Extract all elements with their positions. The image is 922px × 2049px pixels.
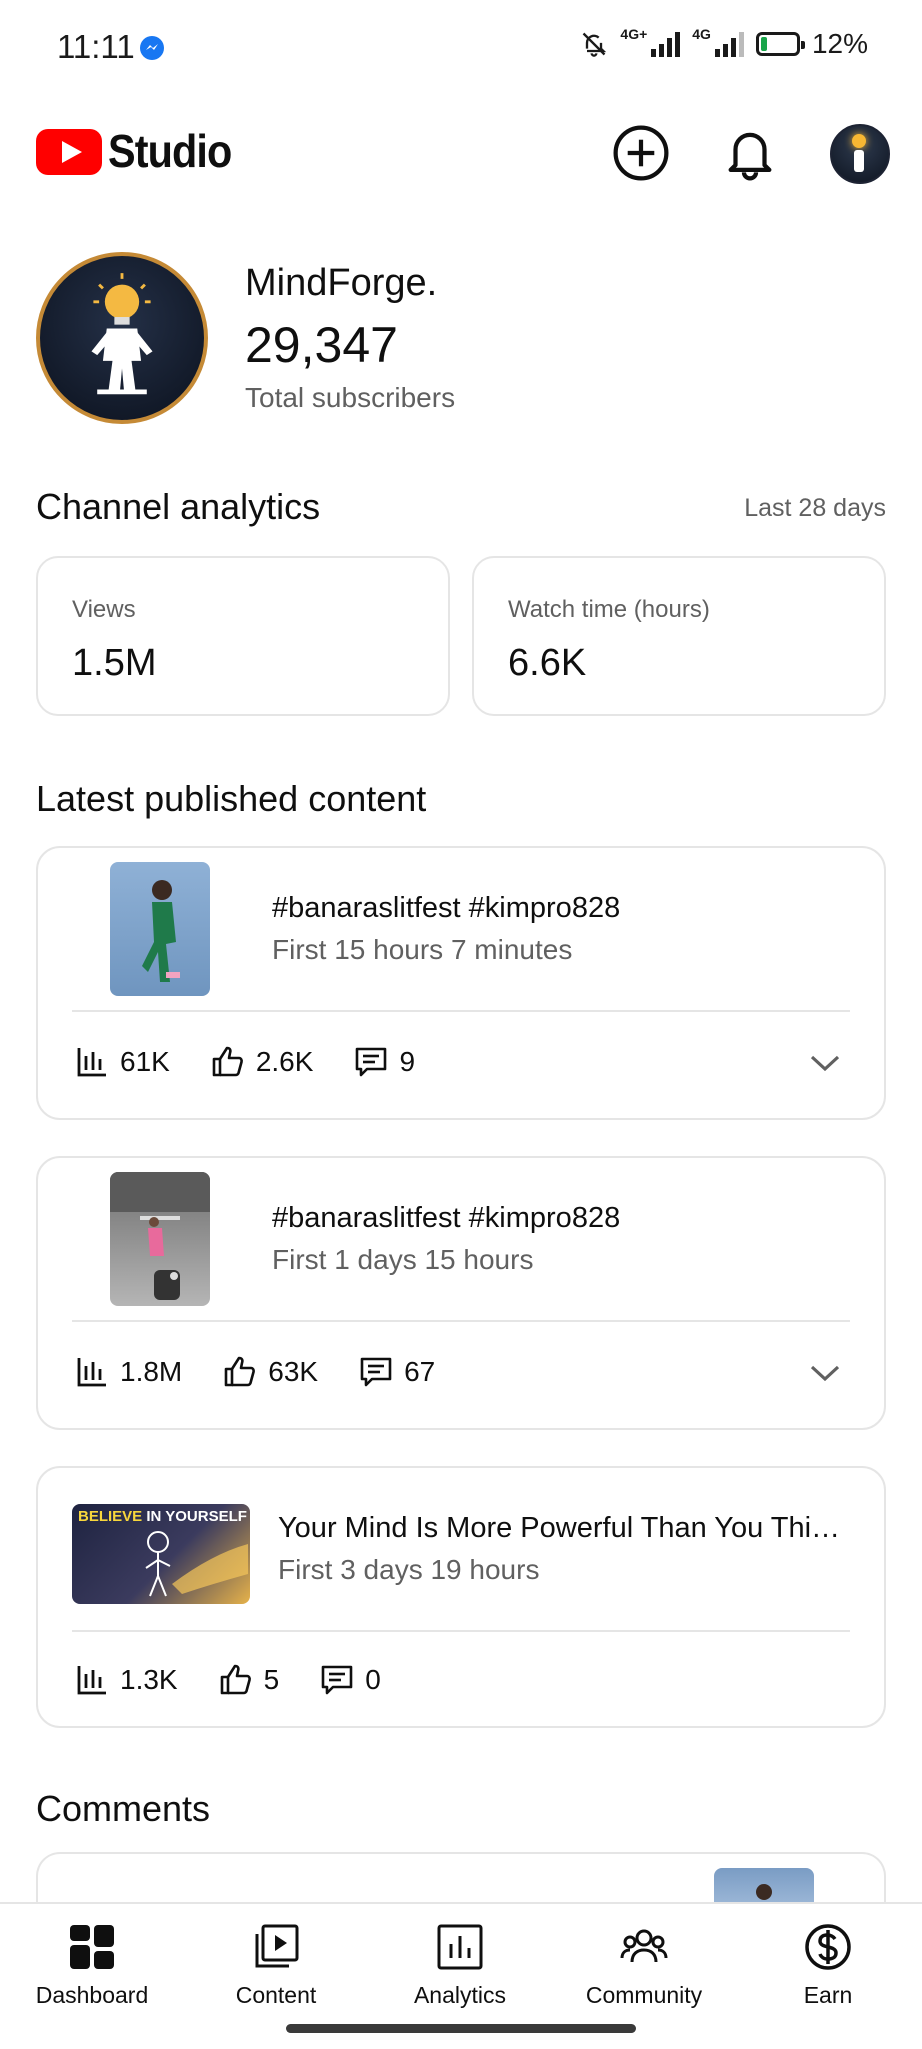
signal-icon-2: [714, 31, 744, 57]
metric-label: Watch time (hours): [508, 596, 710, 623]
channel-avatar: [36, 252, 208, 424]
comments-count: 0: [365, 1664, 381, 1695]
nav-item-content[interactable]: Content: [184, 1922, 368, 2009]
video-period: First 3 days 19 hours: [278, 1554, 540, 1585]
nav-item-earn[interactable]: Earn: [736, 1922, 920, 2009]
chevron-down-icon[interactable]: [806, 1044, 844, 1082]
bell-off-icon: [583, 32, 607, 57]
video-title: #banaraslitfest #kimpro828: [272, 892, 621, 924]
content-card[interactable]: #banaraslitfest #kimpro828 First 15 hour…: [36, 846, 886, 1120]
nav-label: Dashboard: [35, 1982, 149, 2008]
comment-icon: [360, 1357, 392, 1387]
likes-count: 63K: [268, 1356, 319, 1387]
app-title: Studio: [108, 125, 232, 177]
nav-label: Content: [235, 1982, 317, 2008]
content-card[interactable]: BELIEVE IN YOURSELF Your Mind Is More Po…: [36, 1466, 886, 1728]
subscriber-label: Total subscribers: [245, 382, 456, 413]
video-period: First 1 days 15 hours: [272, 1244, 534, 1275]
nav-label: Analytics: [413, 1982, 507, 2008]
signal-icon: [651, 31, 681, 57]
nav-item-analytics[interactable]: Analytics: [368, 1922, 552, 2009]
views-icon: [77, 1666, 106, 1695]
video-stats: 1.3K 5 0: [74, 1662, 381, 1698]
views-icon: [77, 1048, 106, 1077]
earn-icon: [805, 1924, 851, 1970]
youtube-logo-icon: [36, 129, 102, 175]
video-stats: 61K 2.6K 9: [74, 1044, 415, 1080]
chevron-down-icon[interactable]: [806, 1354, 844, 1392]
views-count: 1.3K: [120, 1664, 178, 1695]
metric-value: 6.6K: [508, 642, 587, 684]
subscriber-count: 29,347: [245, 317, 398, 373]
nav-item-dashboard[interactable]: Dashboard: [0, 1922, 184, 2009]
comment-icon: [321, 1665, 353, 1695]
video-stats: 1.8M 63K 67: [74, 1354, 435, 1390]
likes-count: 5: [263, 1664, 280, 1695]
content-icon: [255, 1924, 299, 1968]
battery-level: 12%: [811, 28, 868, 59]
like-icon: [224, 1356, 256, 1387]
network-type-1: 4G+: [620, 26, 648, 42]
battery-charging-icon: [755, 32, 805, 56]
content-card[interactable]: #banaraslitfest #kimpro828 First 1 days …: [36, 1156, 886, 1430]
metric-card-watch-time[interactable]: Watch time (hours) 6.6K: [472, 556, 886, 716]
comments-count: 67: [404, 1356, 436, 1387]
likes-count: 2.6K: [255, 1046, 314, 1077]
metric-card-views[interactable]: Views 1.5M: [36, 556, 450, 716]
divider: [72, 1010, 850, 1012]
metric-value: 1.5M: [72, 642, 157, 684]
comment-icon: [356, 1047, 387, 1077]
status-time: 11:11: [57, 28, 135, 65]
dashboard-icon: [70, 1925, 114, 1969]
analytics-icon: [437, 1924, 483, 1970]
latest-content-title: Latest published content: [36, 778, 427, 819]
community-icon: [620, 1929, 668, 1963]
nav-label: Earn: [803, 1982, 853, 2008]
video-thumbnail[interactable]: BELIEVE IN YOURSELF: [72, 1504, 250, 1604]
metric-label: Views: [72, 596, 136, 623]
home-indicator[interactable]: [286, 2024, 636, 2033]
views-icon: [77, 1358, 106, 1387]
status-icons: 4G+ 4G 12%: [580, 26, 868, 60]
video-period: First 15 hours 7 minutes: [272, 934, 573, 965]
comments-count: 9: [399, 1046, 416, 1077]
divider: [72, 1320, 850, 1322]
analytics-range: Last 28 days: [744, 494, 886, 522]
account-avatar[interactable]: [830, 124, 890, 184]
views-count: 61K: [120, 1046, 170, 1077]
network-type-2: 4G: [692, 26, 711, 42]
like-icon: [212, 1046, 243, 1077]
video-thumbnail[interactable]: [110, 862, 210, 996]
like-icon: [220, 1664, 251, 1695]
comments-title: Comments: [36, 1788, 211, 1829]
video-thumbnail[interactable]: [110, 1172, 210, 1306]
create-icon[interactable]: [612, 124, 670, 182]
analytics-title: Channel analytics: [36, 486, 321, 527]
divider: [72, 1630, 850, 1632]
video-title: Your Mind Is More Powerful Than You Thi…: [278, 1512, 841, 1544]
nav-item-community[interactable]: Community: [552, 1922, 736, 2009]
video-title: #banaraslitfest #kimpro828: [272, 1202, 621, 1234]
nav-label: Community: [585, 1982, 703, 2008]
notifications-icon[interactable]: [721, 124, 779, 182]
messenger-icon: [140, 36, 164, 60]
views-count: 1.8M: [120, 1356, 183, 1387]
channel-name: MindForge.: [245, 262, 438, 304]
